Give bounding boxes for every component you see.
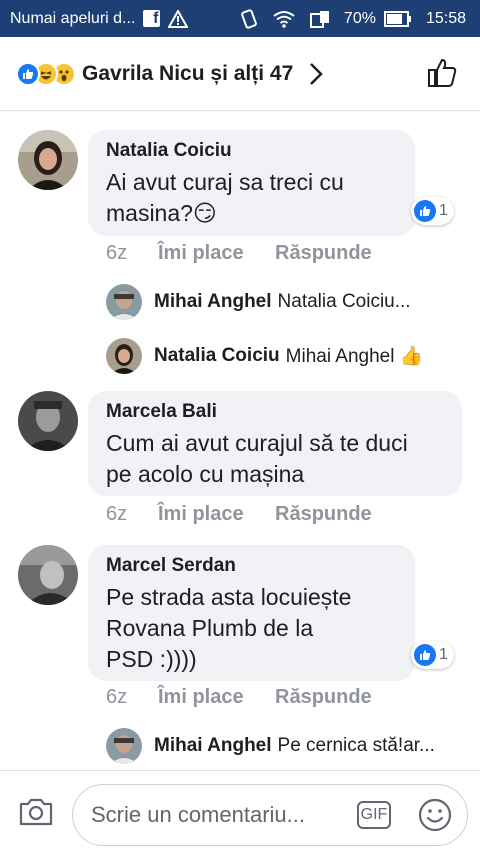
camera-icon[interactable] <box>18 797 54 827</box>
like-button[interactable]: Îmi place <box>158 503 275 526</box>
battery-icon <box>383 10 411 27</box>
comment-author[interactable]: Natalia Coiciu <box>106 140 397 162</box>
comment-author[interactable]: Marcela Bali <box>106 401 444 423</box>
like-outline-icon[interactable] <box>426 57 458 89</box>
like-button[interactable]: Îmi place <box>158 242 275 265</box>
comment-text-line: Ai avut curaj sa treci cu <box>106 169 344 195</box>
reply-author[interactable]: Mihai Anghel <box>154 291 272 313</box>
reply-preview[interactable]: Mihai Anghel Natalia Coiciu... <box>106 284 411 320</box>
comment-author[interactable]: Marcel Serdan <box>106 555 397 577</box>
reaction-count: 1 <box>439 646 448 663</box>
comment-text-line: pe acolo cu mașina <box>106 461 305 487</box>
clock: 15:58 <box>425 9 466 27</box>
avatar[interactable] <box>18 545 78 605</box>
sticker-icon[interactable] <box>417 797 453 833</box>
chevron-right-icon[interactable] <box>309 62 324 86</box>
comment-text-line: Rovana Plumb de la <box>106 615 314 641</box>
comment-composer: GIF <box>0 770 480 854</box>
reply-text: Natalia Coiciu... <box>277 291 411 312</box>
wifi-icon <box>273 10 295 28</box>
comment-text-line: PSD :)))) <box>106 646 197 672</box>
comment-text-line: Pe strada asta locuiește <box>106 584 352 610</box>
reply-author[interactable]: Mihai Anghel <box>154 735 272 757</box>
like-icon <box>16 61 40 86</box>
facebook-notification-icon: f <box>143 10 161 27</box>
warning-icon <box>168 9 189 28</box>
reaction-count-badge[interactable]: 1 <box>411 641 454 669</box>
comment-input-wrapper[interactable]: GIF <box>72 784 468 846</box>
comment-text-line: Cum ai avut curajul să te duci <box>106 430 408 456</box>
reply-text: Mihai Anghel 👍 <box>285 346 424 367</box>
comment-text-line: masina?😏 <box>106 200 217 226</box>
avatar[interactable] <box>18 391 78 451</box>
avatar[interactable] <box>18 130 78 190</box>
reactions-header[interactable]: Gavrila Nicu și alți 47 <box>0 37 480 111</box>
comment-time: 6z <box>106 242 128 264</box>
reaction-count: 1 <box>439 202 448 219</box>
carrier-label: Numai apeluri d... <box>10 9 136 27</box>
comment-bubble[interactable]: Marcel Serdan Pe strada asta locuiește R… <box>88 545 415 681</box>
comment-actions: 6z Îmi place Răspunde <box>106 242 372 265</box>
reply-text: Pe cernica stă!ar... <box>277 735 435 756</box>
reaction-icons <box>16 61 76 86</box>
comment-input[interactable] <box>89 801 343 829</box>
comment-time: 6z <box>106 503 128 525</box>
gif-button[interactable]: GIF <box>357 801 391 829</box>
comment-bubble[interactable]: Marcela Bali Cum ai avut curajul să te d… <box>88 391 462 496</box>
comment-bubble[interactable]: Natalia Coiciu Ai avut curaj sa treci cu… <box>88 130 415 236</box>
like-icon <box>414 644 436 666</box>
reply-preview[interactable]: Mihai Anghel Pe cernica stă!ar... <box>106 728 435 764</box>
comment-time: 6z <box>106 686 128 708</box>
comment-actions: 6z Îmi place Răspunde <box>106 686 372 709</box>
battery-percent: 70% <box>343 9 376 27</box>
reaction-count-badge[interactable]: 1 <box>411 197 454 225</box>
like-button[interactable]: Îmi place <box>158 686 275 709</box>
status-bar: Numai apeluri d... f 70% 15:58 <box>0 0 480 37</box>
reply-button[interactable]: Răspunde <box>275 503 372 526</box>
comment-actions: 6z Îmi place Răspunde <box>106 503 372 526</box>
vibrate-icon <box>241 8 257 29</box>
reactors-title[interactable]: Gavrila Nicu și alți 47 <box>82 62 293 86</box>
avatar <box>106 728 142 764</box>
avatar <box>106 284 142 320</box>
reply-preview[interactable]: Natalia Coiciu Mihai Anghel 👍 <box>106 338 423 374</box>
reply-button[interactable]: Răspunde <box>275 686 372 709</box>
reply-button[interactable]: Răspunde <box>275 242 372 265</box>
sim-icon <box>309 10 329 28</box>
like-icon <box>414 200 436 222</box>
reply-author[interactable]: Natalia Coiciu <box>154 345 280 367</box>
avatar <box>106 338 142 374</box>
